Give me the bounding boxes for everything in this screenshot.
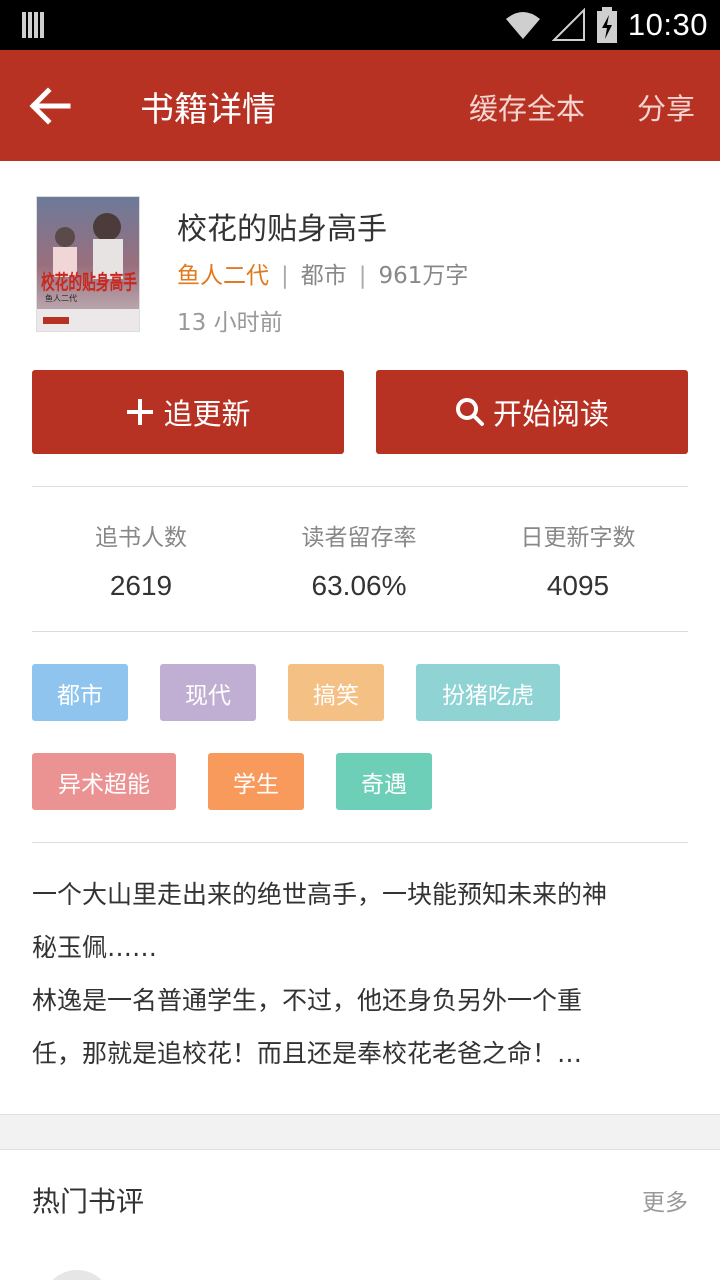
description-line: 一个大山里走出来的绝世高手，一块能预知未来的神 <box>32 880 608 909</box>
cell-signal-icon <box>551 8 585 41</box>
book-title: 校花的贴身高手 <box>177 212 387 247</box>
more-reviews-link[interactable]: 更多 <box>642 1183 688 1217</box>
meta-separator: | <box>281 263 289 289</box>
stat-value: 63.06% <box>311 570 407 601</box>
divider <box>32 631 688 632</box>
stat-label: 日更新字数 <box>520 525 636 551</box>
meta-separator: | <box>358 263 367 289</box>
stat-value: 2619 <box>109 570 173 601</box>
plus-icon <box>127 399 154 425</box>
book-author-link[interactable]: 鱼人二代 <box>177 263 269 289</box>
stat-followers: 追书人数 2619 <box>32 518 250 602</box>
book-cover[interactable]: 校花的贴身高手 鱼人二代 <box>36 196 140 332</box>
app-bar: 书籍详情 缓存全本 分享 <box>0 50 720 161</box>
follow-updates-label: 追更新 <box>163 397 251 431</box>
stat-retention: 读者留存率 63.06% <box>250 518 468 602</box>
tag-chip[interactable]: 异术超能 <box>32 753 176 810</box>
tag-chip[interactable]: 扮猪吃虎 <box>416 664 560 721</box>
search-icon <box>455 398 484 426</box>
section-spacer <box>0 1114 720 1150</box>
battery-icon <box>596 7 617 43</box>
book-category: 都市 <box>300 263 347 289</box>
notification-icon <box>22 12 48 38</box>
cover-title-text: 校花的贴身高手 <box>41 270 137 294</box>
back-button[interactable] <box>24 80 76 132</box>
stat-label: 读者留存率 <box>301 525 417 551</box>
clock: 10:30 <box>627 7 708 42</box>
tag-chip[interactable]: 奇遇 <box>336 753 432 810</box>
divider <box>32 842 688 843</box>
arrow-left-icon <box>29 87 71 125</box>
hot-reviews-title: 热门书评 <box>32 1185 145 1218</box>
divider <box>32 486 688 487</box>
avatar[interactable] <box>42 1270 112 1280</box>
cover-author-text: 鱼人二代 <box>45 293 77 303</box>
cache-all-button[interactable]: 缓存全本 <box>469 86 585 128</box>
tag-chip[interactable]: 搞笑 <box>288 664 384 721</box>
start-reading-label: 开始阅读 <box>492 397 609 431</box>
book-updated-time: 13 小时前 <box>177 310 283 336</box>
page-title: 书籍详情 <box>140 90 276 130</box>
description-line: 秘玉佩…… <box>32 933 158 962</box>
start-reading-button[interactable]: 开始阅读 <box>376 370 688 454</box>
status-bar: 10:30 <box>0 0 720 50</box>
follow-updates-button[interactable]: 追更新 <box>32 370 344 454</box>
book-description[interactable]: 一个大山里走出来的绝世高手，一块能预知未来的神 秘玉佩…… 林逸是一名普通学生，… <box>32 868 692 1080</box>
description-line: 林逸是一名普通学生，不过，他还身负另外一个重 <box>32 986 583 1015</box>
book-meta: 鱼人二代 | 都市 | 961万字 <box>177 256 468 290</box>
stat-daily-words: 日更新字数 4095 <box>469 518 687 602</box>
stat-value: 4095 <box>546 570 610 601</box>
description-line: 任，那就是追校花！而且还是奉校花老爸之命！… <box>32 1039 583 1068</box>
tag-chip[interactable]: 学生 <box>208 753 304 810</box>
stat-label: 追书人数 <box>95 525 187 551</box>
share-button[interactable]: 分享 <box>637 86 695 128</box>
tag-chip[interactable]: 都市 <box>32 664 128 721</box>
book-word-count: 961万字 <box>378 263 469 289</box>
wifi-icon <box>505 12 540 39</box>
tag-chip[interactable]: 现代 <box>160 664 256 721</box>
